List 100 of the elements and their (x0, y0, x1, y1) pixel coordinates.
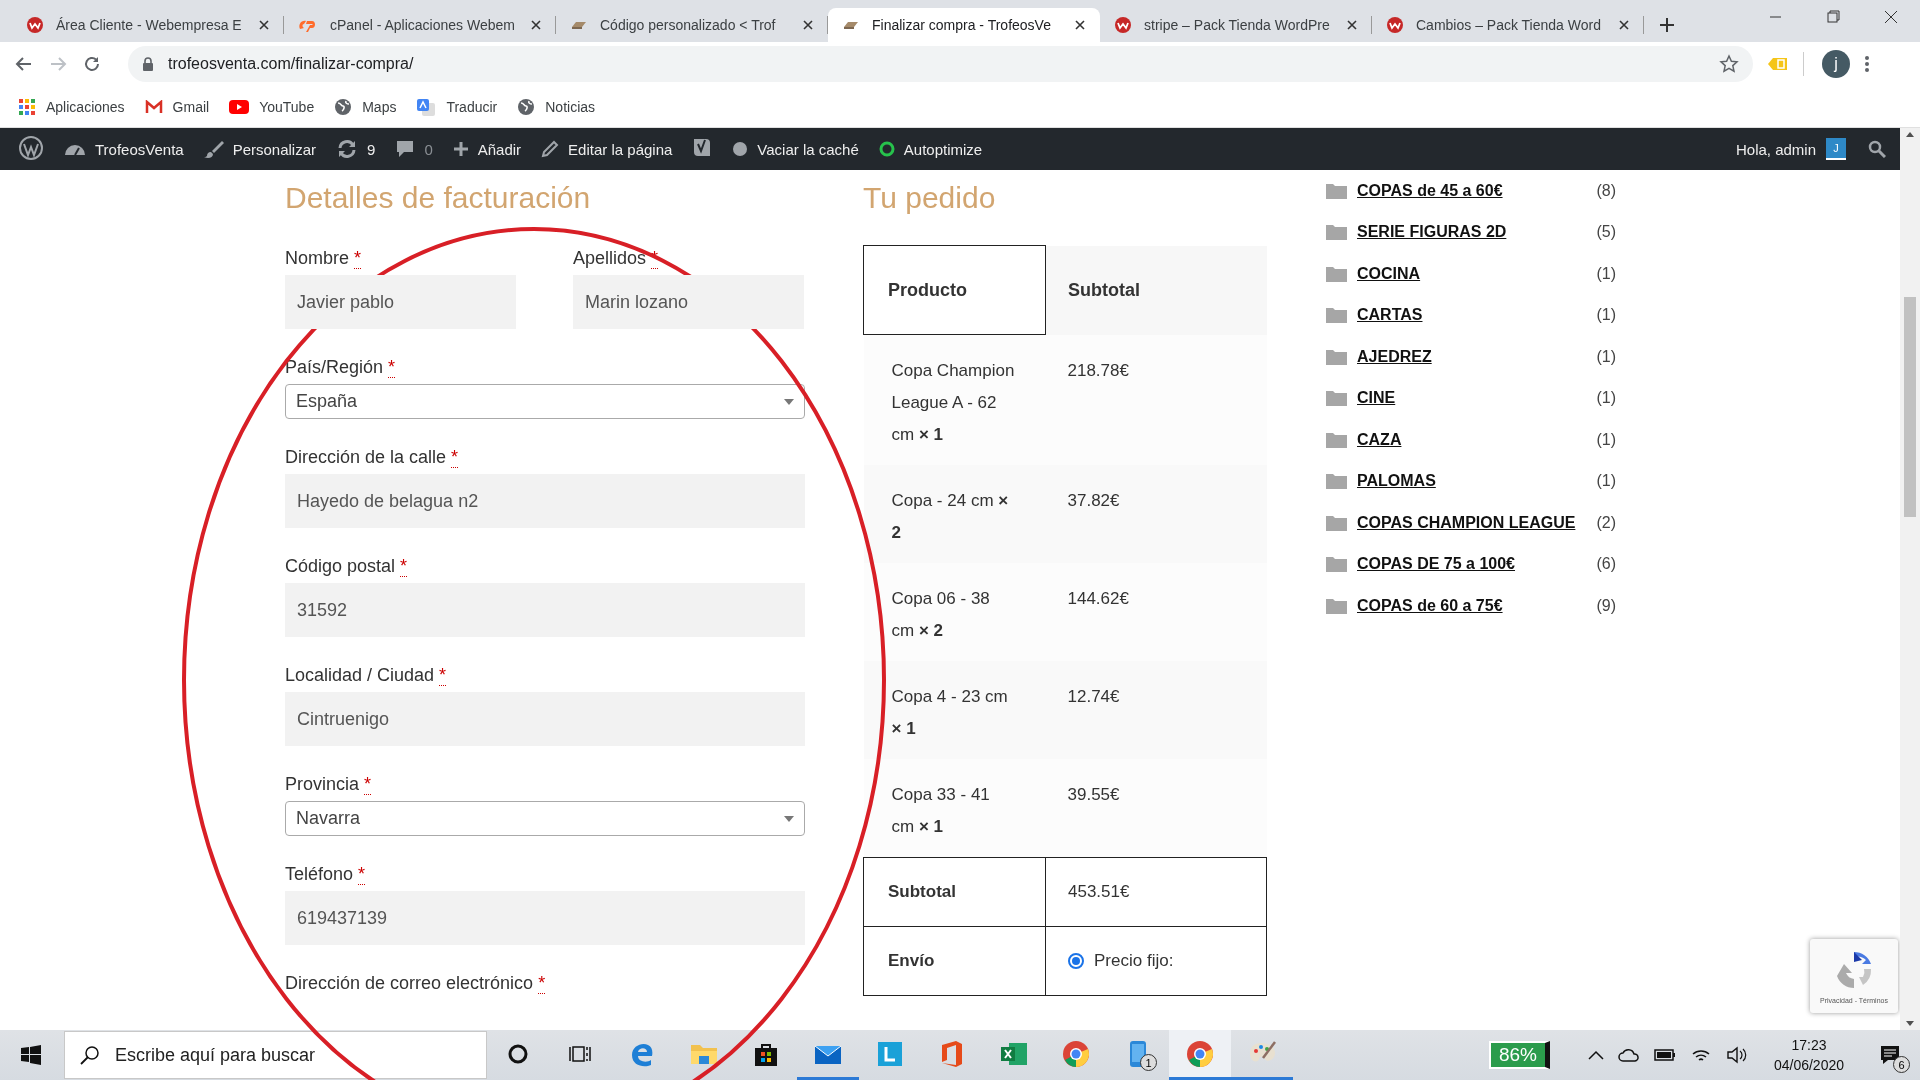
phone-icon (1129, 1039, 1147, 1068)
product-cell: Copa 4 - 23 cm × 1 (863, 661, 1046, 759)
account-link[interactable]: Hola, admin (1735, 140, 1816, 158)
logo-icon (26, 16, 44, 34)
category-link[interactable]: SERIE FIGURAS 2D (1357, 223, 1507, 242)
product-cell: Copa Champion League A - 62 cm × 1 (863, 334, 1046, 465)
folder-icon (1326, 224, 1347, 241)
bookmark[interactable]: Aplicaciones (18, 97, 125, 116)
price-cell: 37.82€ (1045, 465, 1267, 563)
category-link[interactable]: AJEDREZ (1357, 347, 1432, 366)
cloud-icon[interactable] (1617, 1048, 1640, 1062)
close-icon[interactable] (1074, 19, 1086, 31)
reload-icon[interactable] (82, 54, 102, 74)
close-icon[interactable] (258, 19, 270, 31)
scrollbar-thumb[interactable] (1904, 297, 1916, 517)
bookmark[interactable]: Traducir (416, 97, 498, 116)
clear-cache-link[interactable]: Vaciar la caché (722, 128, 869, 170)
product-cell: Copa 06 - 38 cm × 2 (863, 563, 1046, 661)
autoptimize-link[interactable]: Autoptimize (868, 128, 993, 170)
add-new-link[interactable]: Añadir (442, 128, 532, 170)
input-field[interactable]: Cintruenigo (285, 692, 805, 746)
folder-icon (1326, 390, 1347, 407)
logo-icon[interactable] (18, 134, 44, 161)
field-label: Dirección de correo electrónico * (285, 972, 547, 995)
folder-icon (1326, 514, 1347, 531)
caret-icon (784, 398, 794, 405)
apps-icon (18, 97, 36, 116)
play-icon (229, 99, 250, 114)
browser-tab[interactable]: Código personalizado < Trof (556, 8, 828, 42)
close-icon[interactable] (802, 19, 814, 31)
radio-button[interactable] (1068, 953, 1084, 969)
new-tab-icon[interactable] (1658, 16, 1676, 34)
customize-link[interactable]: Personalizar (193, 128, 327, 170)
input-field[interactable]: Marin lozano (573, 275, 804, 329)
category-link[interactable]: COPAS CHAMPION LEAGUE (1357, 513, 1576, 532)
input-field[interactable]: 31592 (285, 583, 805, 637)
bookmark[interactable]: YouTube (229, 98, 315, 115)
product-cell: Copa - 24 cm × 2 (863, 465, 1046, 563)
category-count: (1) (1596, 264, 1616, 283)
clock[interactable]: 17:23 04/06/2020 (1773, 1035, 1844, 1075)
field-label: Nombre * (285, 247, 363, 270)
category-link[interactable]: PALOMAS (1357, 472, 1436, 491)
app-icon (877, 1040, 903, 1067)
folder-icon (1326, 431, 1347, 448)
product-cell: Copa 33 - 41 cm × 1 (863, 759, 1046, 858)
category-link[interactable]: CINE (1357, 389, 1396, 408)
volume-icon[interactable] (1725, 1046, 1748, 1064)
section-heading: Detalles de facturación (285, 180, 592, 216)
battery-icon[interactable] (1653, 1049, 1676, 1061)
folder-icon (1326, 556, 1347, 573)
bookmark[interactable]: Gmail (144, 98, 210, 115)
price-cell: 218.78€ (1045, 334, 1267, 465)
select-field[interactable]: España (285, 384, 805, 419)
avatar[interactable]: J (1826, 138, 1846, 160)
globe-icon (334, 97, 353, 116)
category-link[interactable]: COPAS DE 75 a 100€ (1357, 555, 1515, 574)
radio-label[interactable]: Precio fijo: (1094, 951, 1174, 971)
category-link[interactable]: COPAS de 60 a 75€ (1357, 596, 1503, 615)
bookmark[interactable]: Noticias (517, 97, 596, 116)
input-field[interactable]: Hayedo de belagua n2 (285, 474, 805, 528)
taskbar-app[interactable]: 1 (1107, 1030, 1169, 1080)
close-icon[interactable] (1618, 19, 1630, 31)
search-field[interactable]: Escribe aquí para buscar (64, 1031, 487, 1079)
search-icon[interactable] (1868, 140, 1886, 158)
menu-icon[interactable] (1864, 55, 1870, 73)
category-count: (1) (1596, 430, 1616, 449)
browser-tab[interactable]: cPanel - Aplicaciones Webem (284, 8, 556, 42)
dot-icon (732, 141, 749, 157)
close-icon[interactable] (1346, 19, 1358, 31)
bookmark[interactable]: Maps (334, 97, 397, 116)
browser-tab[interactable]: stripe – Pack Tienda WordPre (1100, 8, 1372, 42)
address-bar[interactable]: trofeosventa.com/finalizar-compra/ (128, 46, 1753, 82)
chevron-up-icon[interactable] (1587, 1050, 1604, 1060)
input-field[interactable]: Javier pablo (285, 275, 516, 329)
browser-tab[interactable]: Cambios – Pack Tienda Word (1372, 8, 1644, 42)
mail-icon (144, 99, 163, 114)
select-field[interactable]: Navarra (285, 801, 805, 836)
folder-icon (1326, 307, 1347, 324)
edit-page-link[interactable]: Editar la página (531, 128, 683, 170)
category-link[interactable]: CAZA (1357, 430, 1402, 449)
windows-start-icon[interactable] (21, 1045, 41, 1065)
field-label: Dirección de la calle * (285, 446, 460, 469)
browser-tab[interactable]: Área Cliente - Webempresa E (12, 8, 284, 42)
profile-button[interactable]: j (1822, 50, 1850, 78)
section-heading: Tu pedido (863, 180, 997, 216)
category-link[interactable]: CARTAS (1357, 306, 1423, 325)
category-link[interactable]: COCINA (1357, 264, 1421, 283)
price-cell: 144.62€ (1045, 563, 1267, 661)
comments-link[interactable]: 0 (385, 128, 443, 170)
close-icon[interactable] (530, 19, 542, 31)
input-field[interactable]: 619437139 (285, 891, 805, 945)
notification-icon (1879, 1044, 1901, 1066)
site-link[interactable]: TrofeosVenta (54, 128, 194, 170)
notification-button[interactable]: 6 (1870, 1035, 1910, 1075)
category-count: (1) (1596, 347, 1616, 366)
updates-link[interactable]: 9 (326, 128, 386, 170)
category-count: (1) (1596, 389, 1616, 408)
star-icon[interactable] (1719, 54, 1739, 74)
category-link[interactable]: COPAS de 45 a 60€ (1357, 181, 1503, 200)
browser-tab[interactable]: Finalizar compra - TrofeosVe (828, 8, 1100, 42)
